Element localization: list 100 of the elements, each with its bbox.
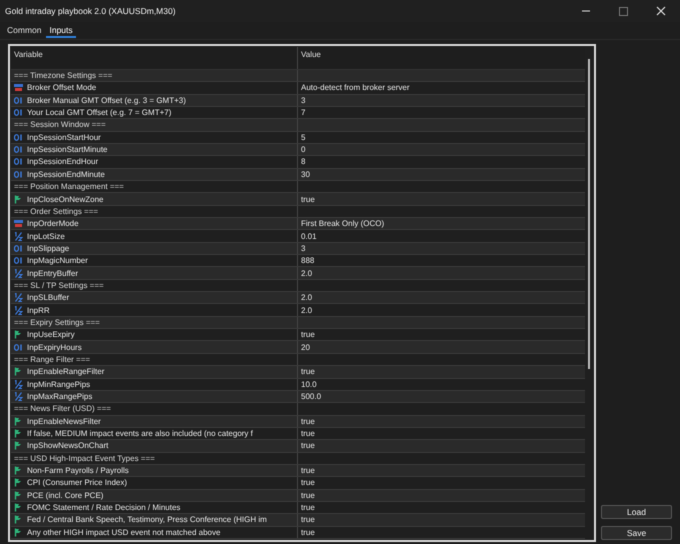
flag-icon bbox=[14, 503, 23, 512]
value-text[interactable]: 500.0 bbox=[301, 391, 322, 402]
variable-name: If false, MEDIUM impact events are also included (no category f bbox=[27, 428, 253, 440]
variable-name: InpRR bbox=[27, 304, 50, 316]
fraction-icon bbox=[14, 380, 23, 389]
variable-name: InpShowNewsOnChart bbox=[27, 440, 108, 452]
tab[interactable]: Common bbox=[4, 24, 44, 38]
column-header: Variable bbox=[11, 47, 298, 69]
flag-icon bbox=[14, 367, 23, 376]
variable-name: Non-Farm Payrolls / Payrolls bbox=[27, 465, 129, 476]
variable-name: InpUseExpiry bbox=[27, 329, 75, 340]
integer-icon bbox=[14, 244, 23, 252]
value-text[interactable]: Auto-detect from broker server bbox=[301, 82, 410, 94]
variable-name: Any other HIGH impact USD event not matched above bbox=[27, 526, 220, 538]
flag-icon bbox=[14, 429, 23, 438]
variable-name: === SL / TP Settings === bbox=[14, 280, 104, 291]
list-icon bbox=[14, 83, 23, 92]
value-text[interactable]: true bbox=[301, 428, 315, 440]
flag-icon bbox=[14, 515, 23, 524]
value-text[interactable]: 3 bbox=[301, 242, 306, 254]
window-title: Gold intraday playbook 2.0 (XAUUSDm,M30) bbox=[5, 6, 176, 16]
value-text[interactable]: true bbox=[301, 416, 315, 427]
variable-name: FOMC Statement / Rate Decision / Minutes bbox=[27, 502, 180, 514]
variable-name: InpEnableNewsFilter bbox=[27, 416, 101, 427]
variable-name: Broker Manual GMT Offset (e.g. 3 = GMT+3) bbox=[27, 94, 186, 106]
value-text[interactable]: true bbox=[301, 329, 315, 340]
flag-icon bbox=[14, 528, 23, 537]
value-text[interactable]: 5 bbox=[301, 132, 306, 143]
value-text[interactable]: true bbox=[301, 440, 315, 452]
variable-name: InpMagicNumber bbox=[27, 255, 88, 266]
value-text[interactable]: 20 bbox=[301, 342, 310, 353]
value-text[interactable]: true bbox=[301, 502, 315, 514]
value-text[interactable]: 2.0 bbox=[301, 268, 312, 279]
integer-icon bbox=[14, 146, 23, 154]
value-text[interactable]: 8 bbox=[301, 156, 306, 168]
variable-name: InpCloseOnNewZone bbox=[27, 194, 104, 205]
value-text[interactable]: true bbox=[301, 526, 315, 538]
value-text[interactable]: 7 bbox=[301, 107, 306, 118]
integer-icon bbox=[14, 96, 23, 104]
integer-icon bbox=[14, 170, 23, 178]
value-text[interactable]: 30 bbox=[301, 168, 310, 180]
close-icon[interactable] bbox=[656, 6, 666, 16]
flag-icon bbox=[14, 490, 23, 500]
value-text[interactable]: 0.01 bbox=[301, 230, 317, 242]
variable-name: InpSessionStartHour bbox=[27, 132, 101, 143]
variable-name: === Session Window === bbox=[14, 119, 106, 130]
flag-icon bbox=[14, 478, 23, 488]
value-text[interactable]: 10.0 bbox=[301, 378, 317, 390]
list-icon bbox=[14, 219, 23, 228]
value-text[interactable]: 2.0 bbox=[301, 292, 312, 304]
value-text[interactable]: First Break Only (OCO) bbox=[301, 218, 384, 230]
variable-name: InpSessionStartMinute bbox=[27, 144, 108, 156]
value-text[interactable]: true bbox=[301, 514, 315, 526]
value-text[interactable]: 888 bbox=[301, 255, 314, 266]
flag-icon bbox=[14, 416, 23, 426]
flag-icon bbox=[14, 441, 23, 450]
value-text[interactable]: 0 bbox=[301, 144, 306, 156]
variable-name: === USD High-Impact Event Types === bbox=[14, 452, 155, 464]
fraction-icon bbox=[14, 306, 23, 315]
integer-icon bbox=[14, 109, 23, 116]
variable-name: === Order Settings === bbox=[14, 206, 98, 217]
fraction-icon bbox=[14, 232, 23, 241]
fraction-icon bbox=[14, 293, 23, 302]
integer-icon bbox=[14, 257, 23, 264]
variable-name: === Expiry Settings === bbox=[14, 316, 100, 328]
value-text[interactable]: true bbox=[301, 366, 315, 378]
value-text[interactable]: 3 bbox=[301, 94, 306, 106]
variable-name: InpLotSize bbox=[27, 230, 65, 242]
value-text[interactable]: true bbox=[301, 477, 315, 488]
variable-name: Fed / Central Bank Speech, Testimony, Press Conference (HIGH im bbox=[27, 514, 267, 526]
variable-name: === News Filter (USD) === bbox=[14, 403, 111, 414]
dialog-button[interactable]: Save bbox=[601, 526, 672, 540]
flag-icon bbox=[14, 194, 23, 204]
maximize-icon[interactable] bbox=[619, 6, 628, 16]
variable-name: InpSLBuffer bbox=[27, 292, 70, 304]
variable-name: InpEntryBuffer bbox=[27, 268, 78, 279]
variable-name: InpMinRangePips bbox=[27, 378, 90, 390]
integer-icon bbox=[14, 344, 23, 351]
variable-name: PCE (incl. Core PCE) bbox=[27, 490, 104, 501]
variable-name: InpSessionEndMinute bbox=[27, 168, 105, 180]
variable-name: CPI (Consumer Price Index) bbox=[27, 477, 128, 488]
tab[interactable]: Inputs bbox=[46, 24, 76, 38]
value-text[interactable]: true bbox=[301, 490, 315, 501]
variable-name: InpExpiryHours bbox=[27, 342, 82, 353]
variable-name: InpSlippage bbox=[27, 242, 70, 254]
flag-icon bbox=[14, 330, 23, 340]
value-text[interactable]: 2.0 bbox=[301, 304, 312, 316]
variable-name: === Range Filter === bbox=[14, 354, 90, 365]
column-header: Value bbox=[300, 49, 322, 61]
variable-name: === Position Management === bbox=[14, 181, 124, 192]
value-text[interactable]: true bbox=[301, 465, 315, 476]
variable-name: InpMaxRangePips bbox=[27, 391, 92, 402]
fraction-icon bbox=[14, 268, 23, 278]
variable-name: Broker Offset Mode bbox=[27, 82, 96, 94]
integer-icon bbox=[14, 158, 23, 166]
flag-icon bbox=[14, 466, 23, 476]
dialog-button[interactable]: Load bbox=[601, 505, 672, 519]
value-text[interactable]: true bbox=[301, 194, 315, 205]
variable-name: InpOrderMode bbox=[27, 218, 79, 230]
variable-name: InpSessionEndHour bbox=[27, 156, 98, 168]
